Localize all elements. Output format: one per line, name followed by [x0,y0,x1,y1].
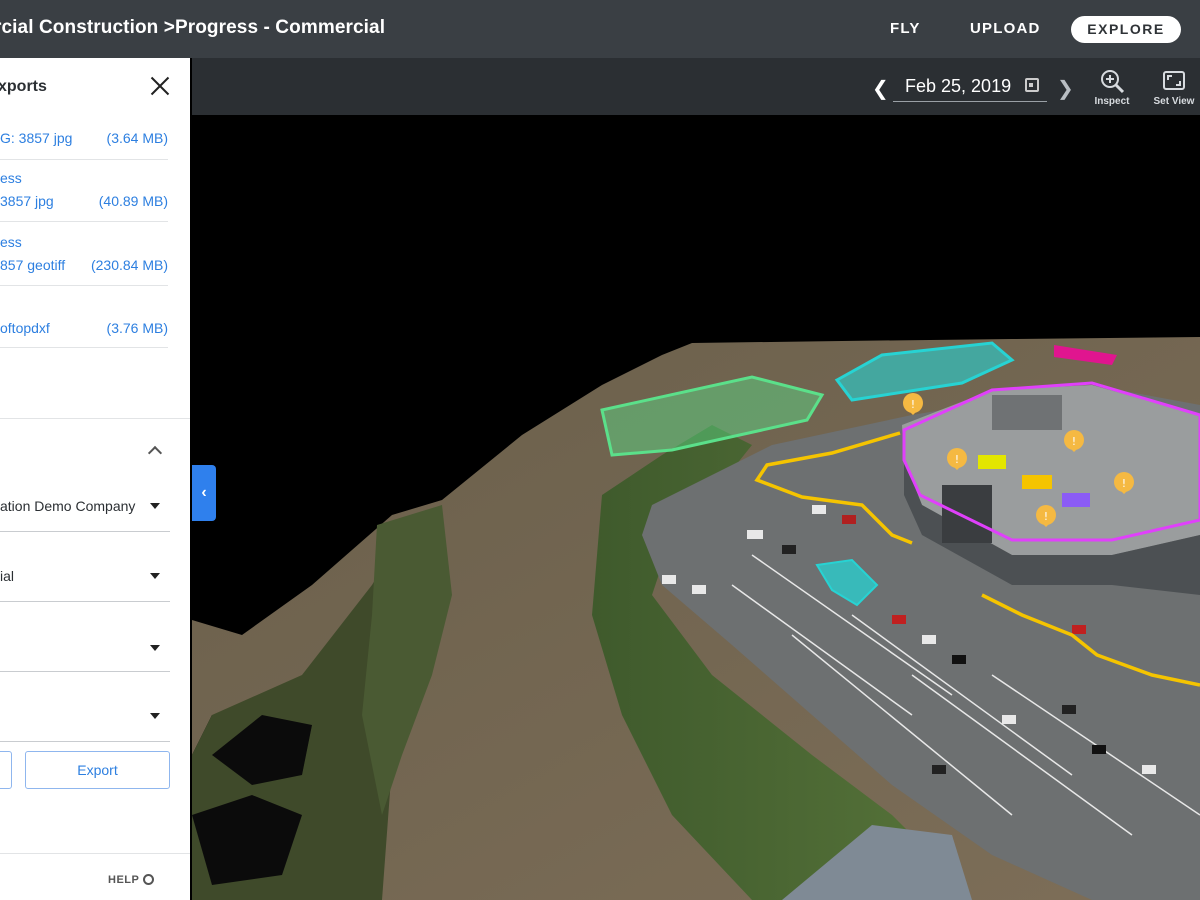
svg-text:!: ! [955,453,959,466]
top-nav-bar: rcial Construction >Progress - Commercia… [0,0,1200,58]
map-toolbar: ❮ Feb 25, 2019 ❯ Inspect Set View [192,58,1200,115]
chevron-down-icon [150,713,160,719]
date-picker[interactable]: Feb 25, 2019 [893,72,1047,102]
export-name: G: 3857 jpg [0,130,73,146]
purple-rooftop-marker [1062,493,1090,507]
chevron-up-icon[interactable] [147,445,163,461]
company-value: ation Demo Company [0,498,136,514]
map-3d-view[interactable]: ! ! ! ! ! [192,115,1200,900]
export-item[interactable]: ess 3857 jpg (40.89 MB) [0,160,168,222]
chevron-left-icon[interactable]: ❮ [872,76,889,101]
export-item[interactable]: ess 857 geotiff (230.84 MB) [0,222,168,286]
help-label: HELP [108,874,140,886]
set-view-label: Set View [1153,96,1195,107]
nav-explore-button[interactable]: EXPLORE [1071,16,1181,43]
export-size: (3.64 MB) [106,130,168,146]
close-icon[interactable] [150,76,170,96]
rooftop-unit [992,395,1062,430]
panel-title: xports [0,78,47,95]
svg-text:!: ! [1122,477,1126,490]
svg-text:!: ! [1072,435,1076,448]
inspect-label: Inspect [1094,96,1130,107]
export-name: ess [0,170,22,186]
nav-upload-button[interactable]: UPLOAD [970,20,1041,37]
field-select-4[interactable] [0,690,170,742]
nav-fly-button[interactable]: FLY [890,20,921,37]
help-link[interactable]: HELP [108,874,155,886]
collapse-panel-button[interactable]: ‹ [192,465,216,521]
divider [0,418,190,419]
export-name-detail: oftopdxf [0,320,50,336]
exports-panel: xports G: 3857 jpg (3.64 MB) ess 3857 jp… [0,58,190,900]
cancel-button[interactable] [0,751,12,789]
breadcrumb[interactable]: rcial Construction >Progress - Commercia… [0,17,385,39]
project-value: ial [0,568,15,584]
zoom-icon [1101,70,1125,94]
svg-text:!: ! [911,398,915,411]
yellow-rooftop-marker [1022,475,1052,489]
field-select-3[interactable] [0,620,170,672]
chevron-left-icon: ‹ [201,484,207,501]
yellow-rooftop-marker [978,455,1006,469]
chevron-down-icon [150,573,160,579]
project-select[interactable]: ial [0,550,170,602]
chevron-down-icon [150,645,160,651]
divider [0,853,190,854]
building-block [942,485,992,543]
help-icon [143,874,155,885]
set-view-button[interactable]: Set View [1148,68,1200,107]
inspect-button[interactable]: Inspect [1086,68,1138,107]
svg-text:!: ! [1044,510,1048,523]
export-size: (230.84 MB) [90,257,168,273]
chevron-right-icon[interactable]: ❯ [1057,76,1074,101]
frame-icon [1163,71,1185,90]
date-value: Feb 25, 2019 [905,76,1012,96]
export-size: (40.89 MB) [98,193,168,209]
chevron-down-icon [150,503,160,509]
export-item[interactable]: G: 3857 jpg (3.64 MB) [0,120,168,160]
company-select[interactable]: ation Demo Company [0,482,170,532]
export-size: (3.76 MB) [106,320,168,336]
export-name: ess [0,234,22,250]
export-button[interactable]: Export [25,751,170,789]
export-item[interactable]: oftopdxf (3.76 MB) [0,286,168,348]
export-name-detail: 857 geotiff [0,257,66,273]
export-name-detail: 3857 jpg [0,193,54,209]
calendar-icon[interactable] [1025,78,1039,92]
